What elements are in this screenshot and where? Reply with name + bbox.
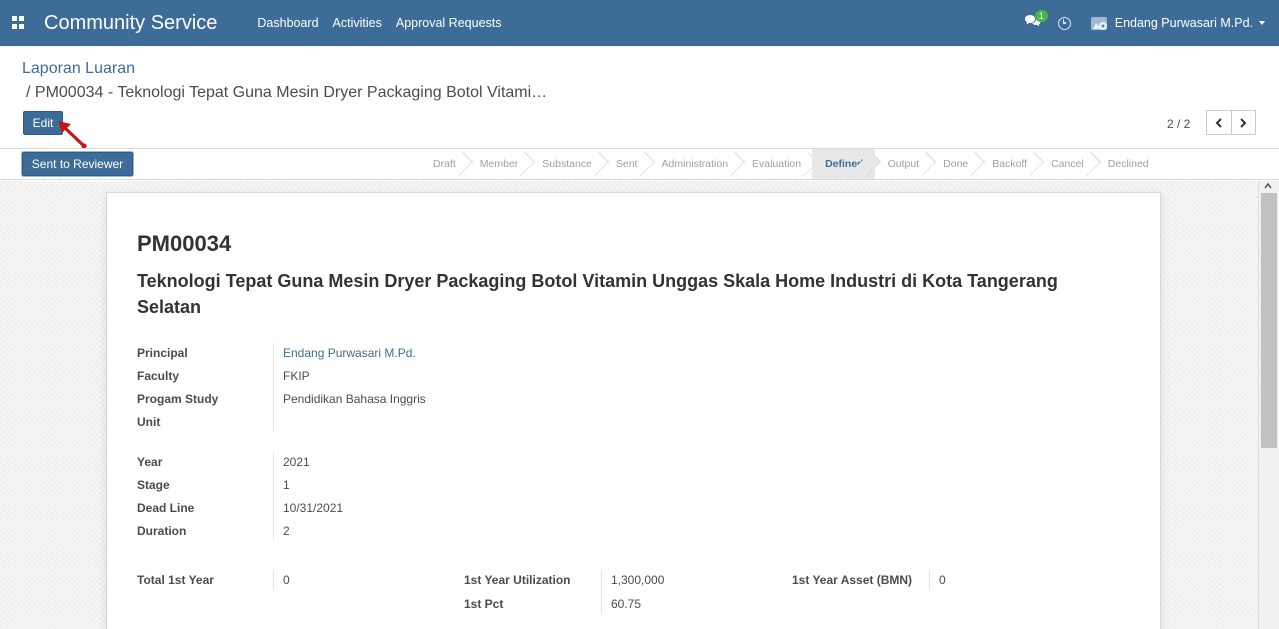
record-code: PM00034: [137, 231, 232, 256]
scroll-up-arrow-icon[interactable]: [1263, 182, 1273, 190]
stage-cancel[interactable]: Cancel: [1038, 149, 1095, 179]
form-sheet: [106, 192, 1161, 629]
pager-counter: 2 / 2: [1167, 117, 1191, 131]
value-total-1st-year: 0: [283, 573, 290, 587]
top-navbar: Community Service Dashboard Activities A…: [0, 0, 1279, 46]
label-duration: Duration: [137, 524, 187, 538]
activity-clock-icon[interactable]: [1057, 16, 1071, 30]
value-stage: 1: [283, 478, 290, 492]
stage-draft[interactable]: Draft: [420, 149, 467, 179]
chevron-right-icon: [1240, 117, 1247, 128]
stage-sent[interactable]: Sent: [603, 149, 649, 179]
label-1st-pct: 1st Pct: [464, 597, 504, 611]
field-divider: [273, 452, 274, 540]
message-count-badge: 1: [1034, 10, 1048, 22]
menu-activities[interactable]: Activities: [333, 16, 382, 30]
label-1st-year-asset: 1st Year Asset (BMN): [792, 573, 913, 587]
stage-declined[interactable]: Declined: [1095, 149, 1160, 179]
stage-member[interactable]: Member: [467, 149, 530, 179]
stage-backoff[interactable]: Backoff: [979, 149, 1038, 179]
label-dead-line: Dead Line: [137, 501, 195, 515]
stage-evaluation[interactable]: Evaluation: [739, 149, 812, 179]
stage-substance[interactable]: Substance: [529, 149, 603, 179]
value-faculty: FKIP: [283, 369, 310, 383]
menu-dashboard[interactable]: Dashboard: [257, 16, 318, 30]
field-divider: [273, 570, 274, 590]
systray: 1 Endang Purwasari M.Pd.: [1024, 0, 1279, 46]
value-principal-link[interactable]: Endang Purwasari M.Pd.: [283, 346, 416, 360]
value-year: 2021: [283, 455, 310, 469]
vertical-scrollbar[interactable]: [1258, 181, 1279, 629]
app-title: Community Service: [44, 11, 218, 34]
user-menu-name[interactable]: Endang Purwasari M.Pd.: [1115, 16, 1253, 30]
field-divider: [929, 570, 930, 590]
value-dead-line: 10/31/2021: [283, 501, 344, 515]
stage-done[interactable]: Done: [930, 149, 979, 179]
value-1st-pct: 60.75: [611, 597, 642, 611]
field-divider: [601, 570, 602, 614]
sent-to-reviewer-button[interactable]: Sent to Reviewer: [22, 152, 133, 176]
breadcrumb-parent-link[interactable]: Laporan Luaran: [22, 60, 135, 78]
stage-defined[interactable]: Defined: [812, 149, 875, 179]
label-faculty: Faculty: [137, 369, 180, 383]
label-program-study: Progam Study: [137, 392, 219, 406]
value-1st-year-asset: 0: [939, 573, 946, 587]
label-unit: Unit: [137, 415, 161, 429]
form-statusbar: Sent to Reviewer Draft Member Substance …: [0, 148, 1279, 180]
stage-pipeline: Draft Member Substance Sent Administrati…: [420, 149, 1160, 179]
value-program-study: Pendidikan Bahasa Inggris: [283, 392, 426, 406]
company-avatar-icon[interactable]: [1090, 15, 1109, 31]
label-1st-year-utilization: 1st Year Utilization: [464, 573, 571, 587]
value-1st-year-utilization: 1,300,000: [611, 573, 665, 587]
apps-menu-icon[interactable]: [12, 16, 26, 30]
pager-buttons: [1206, 110, 1256, 135]
field-divider: [273, 343, 274, 431]
breadcrumb-current: / PM00034 - Teknologi Tepat Guna Mesin D…: [26, 84, 548, 101]
value-duration: 2: [283, 524, 290, 538]
main-menu: Dashboard Activities Approval Requests: [257, 16, 501, 30]
stage-output[interactable]: Output: [875, 149, 931, 179]
label-principal: Principal: [137, 346, 188, 360]
messaging-button[interactable]: 1: [1024, 10, 1048, 33]
pager-previous-button[interactable]: [1207, 111, 1231, 134]
stage-administration[interactable]: Administration: [649, 149, 740, 179]
record-title: Teknologi Tepat Guna Mesin Dryer Packagi…: [137, 271, 1058, 317]
label-total-1st-year: Total 1st Year: [137, 573, 214, 587]
label-stage: Stage: [137, 478, 170, 492]
scrollbar-thumb[interactable]: [1261, 193, 1277, 448]
chevron-down-icon[interactable]: [1259, 21, 1265, 25]
menu-approval-requests[interactable]: Approval Requests: [396, 16, 502, 30]
chevron-left-icon: [1215, 117, 1222, 128]
pager-next-button[interactable]: [1230, 111, 1256, 134]
label-year: Year: [137, 455, 163, 469]
red-arrow-annotation-icon: [58, 121, 87, 149]
